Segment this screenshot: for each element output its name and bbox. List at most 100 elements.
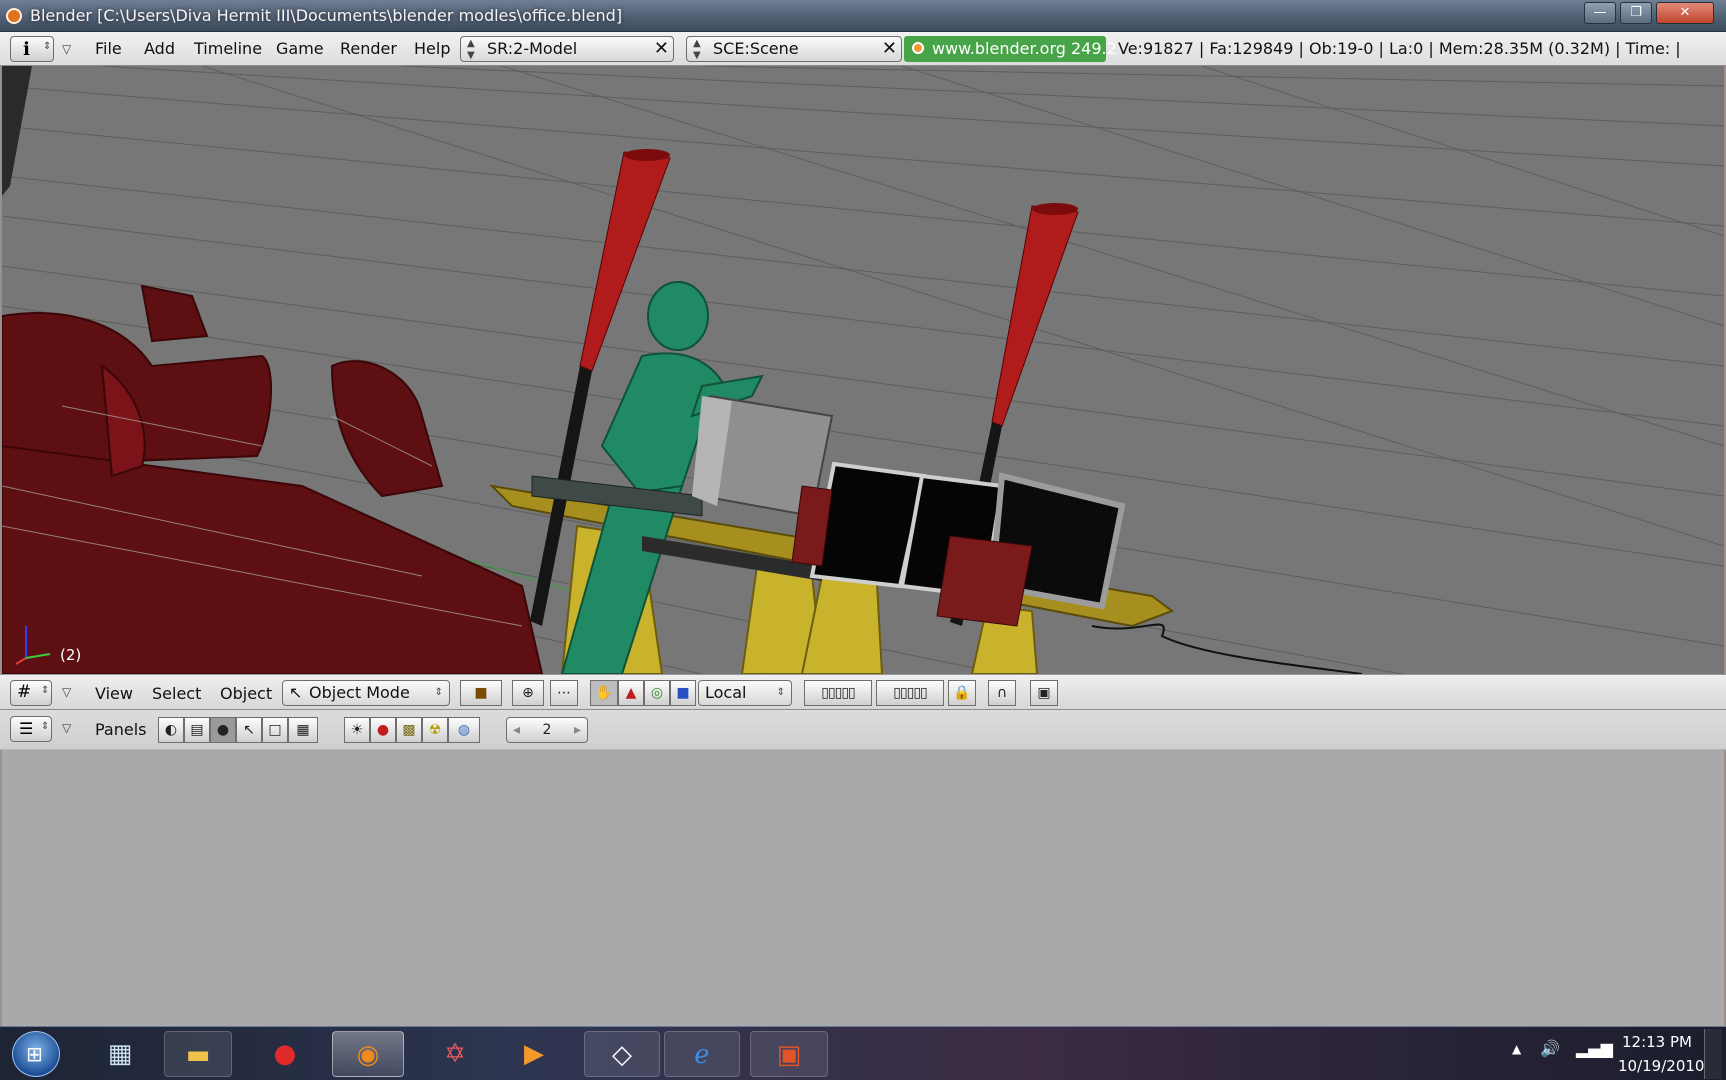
pivot-point-button[interactable]: ⊕ bbox=[512, 680, 544, 706]
minimize-button[interactable]: — bbox=[1584, 2, 1616, 24]
world-globe-icon: ◍ bbox=[457, 722, 471, 738]
shading-context-button[interactable]: ● bbox=[210, 717, 236, 743]
volume-icon[interactable]: 🔊 bbox=[1540, 1039, 1560, 1058]
menu-add[interactable]: Add bbox=[144, 39, 175, 58]
editing-square-icon: □ bbox=[268, 722, 282, 738]
taskbar-blender[interactable]: ◉ bbox=[332, 1031, 404, 1077]
collapse-menu-triangle-icon[interactable]: ▽ bbox=[62, 685, 71, 699]
blue-square-icon: ■ bbox=[676, 685, 690, 701]
hand-tool-button[interactable]: ✋ bbox=[590, 680, 618, 706]
lamp-sun-icon: ☀ bbox=[350, 722, 364, 738]
menu-file[interactable]: File bbox=[95, 39, 122, 58]
3d-viewport[interactable]: (2) bbox=[2, 66, 1724, 674]
view3d-window-type-button[interactable]: # ⇕ bbox=[10, 680, 52, 706]
script-context-button[interactable]: ▤ bbox=[184, 717, 210, 743]
window-title-bar: Blender [C:\Users\Diva Hermit III\Docume… bbox=[0, 0, 1726, 32]
menu-object[interactable]: Object bbox=[220, 684, 272, 703]
draw-type-button[interactable]: ■ bbox=[460, 680, 502, 706]
menu-render[interactable]: Render bbox=[340, 39, 397, 58]
taskbar-unity[interactable]: ◇ bbox=[584, 1031, 660, 1077]
mode-label: Object Mode bbox=[309, 683, 410, 702]
collapse-menu-triangle-icon[interactable]: ▽ bbox=[62, 42, 71, 56]
menu-select[interactable]: Select bbox=[152, 684, 201, 703]
clock-time[interactable]: 12:13 PM bbox=[1622, 1033, 1692, 1051]
collapse-menu-triangle-icon[interactable]: ▽ bbox=[62, 721, 71, 735]
windows-logo-icon: ⊞ bbox=[26, 1042, 43, 1066]
3d-view-header: # ⇕ ▽ View Select Object ↖ Object Mode ⇕… bbox=[0, 674, 1726, 710]
lock-layers-button[interactable]: 🔒 bbox=[948, 680, 976, 706]
rotate-button[interactable]: ◎ bbox=[644, 680, 670, 706]
menu-game[interactable]: Game bbox=[276, 39, 324, 58]
taskbar-powerpoint[interactable]: ▣ bbox=[750, 1031, 828, 1077]
render-preview-button[interactable]: ▣ bbox=[1030, 680, 1058, 706]
buttons-window-icon: ☰ bbox=[19, 719, 34, 738]
logic-context-button[interactable]: ◐ bbox=[158, 717, 184, 743]
green-ring-icon: ◎ bbox=[650, 685, 664, 701]
lamp-buttons[interactable]: ☀ bbox=[344, 717, 370, 743]
info-window-type-button[interactable]: ℹ ⇕ bbox=[10, 36, 54, 62]
object-mode-icon: ↖ bbox=[289, 683, 303, 702]
scene-select-field[interactable]: ▲ ▼ SCE:Scene ✕ bbox=[686, 36, 902, 62]
windows-start-button[interactable]: ⊞ bbox=[12, 1031, 60, 1077]
logic-icon: ◐ bbox=[164, 722, 178, 738]
frame-indicator: (2) bbox=[60, 646, 82, 664]
layers-row-1[interactable]: ▯▯▯▯▯ bbox=[804, 680, 872, 706]
orientation-label: Local bbox=[705, 683, 747, 702]
mode-select[interactable]: ↖ Object Mode ⇕ bbox=[282, 680, 450, 706]
taskbar-bird-app[interactable]: ● bbox=[250, 1031, 320, 1077]
arrow-left-icon[interactable]: ◂ bbox=[513, 718, 520, 742]
taskbar-shape-app[interactable]: ✡ bbox=[420, 1031, 490, 1077]
frame-number-field[interactable]: ◂ 2 ▸ bbox=[506, 717, 588, 743]
texture-icon: ▩ bbox=[402, 722, 416, 738]
info-header: ℹ ⇕ ▽ File Add Timeline Game Render Help… bbox=[0, 32, 1726, 66]
taskbar-internet-explorer[interactable]: ℯ bbox=[664, 1031, 740, 1077]
powerpoint-icon: ▣ bbox=[776, 1040, 802, 1070]
screen-select-field[interactable]: ▲ ▼ SR:2-Model ✕ bbox=[460, 36, 674, 62]
close-button[interactable]: ✕ bbox=[1656, 2, 1714, 24]
material-buttons[interactable]: ● bbox=[370, 717, 396, 743]
updown-arrows-icon: ▲ ▼ bbox=[693, 38, 701, 61]
unity-cube-icon: ◇ bbox=[612, 1040, 632, 1070]
magnet-icon: ∩ bbox=[996, 685, 1008, 701]
cube-shading-icon: ■ bbox=[474, 685, 488, 701]
windows-taskbar: ⊞ ▦ ▬ ● ◉ ✡ ▶ ◇ ℯ ▣ ▲ 🔊 ▂▄▆ bbox=[0, 1026, 1726, 1080]
snap-button[interactable]: ∩ bbox=[988, 680, 1016, 706]
lock-icon: 🔒 bbox=[953, 685, 971, 701]
pivot-crosshair-icon: ⊕ bbox=[522, 685, 534, 701]
taskbar-file-explorer[interactable]: ▬ bbox=[164, 1031, 232, 1077]
scene-context-button[interactable]: ▦ bbox=[288, 717, 318, 743]
menu-view[interactable]: View bbox=[95, 684, 133, 703]
network-signal-icon[interactable]: ▂▄▆ bbox=[1576, 1039, 1613, 1058]
delete-scene-icon[interactable]: ✕ bbox=[882, 37, 897, 61]
translate-button[interactable]: ▲ bbox=[618, 680, 644, 706]
layer-grid-icon: ▯▯▯▯▯ bbox=[893, 685, 928, 701]
layers-row-2[interactable]: ▯▯▯▯▯ bbox=[876, 680, 944, 706]
menu-panels[interactable]: Panels bbox=[95, 720, 147, 739]
menu-help[interactable]: Help bbox=[414, 39, 450, 58]
internet-explorer-icon: ℯ bbox=[694, 1040, 710, 1070]
window-title: Blender [C:\Users\Diva Hermit III\Docume… bbox=[30, 6, 623, 25]
menu-timeline[interactable]: Timeline bbox=[194, 39, 262, 58]
taskbar-media-app[interactable]: ▶ bbox=[498, 1031, 570, 1077]
object-context-button[interactable]: ↖ bbox=[236, 717, 262, 743]
texture-buttons[interactable]: ▩ bbox=[396, 717, 422, 743]
red-star-shape-icon: ✡ bbox=[444, 1039, 466, 1069]
world-buttons[interactable]: ◍ bbox=[448, 717, 480, 743]
arrow-right-icon[interactable]: ▸ bbox=[574, 718, 581, 742]
maximize-button[interactable]: ❐ bbox=[1620, 2, 1652, 24]
orientation-select[interactable]: Local ⇕ bbox=[698, 680, 792, 706]
scale-button[interactable]: ■ bbox=[670, 680, 696, 706]
manipulator-toggle-button[interactable]: ⋯ bbox=[550, 680, 578, 706]
clock-date[interactable]: 10/19/2010 bbox=[1618, 1057, 1704, 1075]
updown-arrows-icon: ⇕ bbox=[434, 687, 443, 698]
buttons-window-type-button[interactable]: ☰ ⇕ bbox=[10, 716, 52, 742]
show-hidden-icons-icon[interactable]: ▲ bbox=[1512, 1042, 1521, 1056]
blender-icon: ◉ bbox=[356, 1040, 380, 1070]
show-desktop-button[interactable] bbox=[1704, 1029, 1722, 1079]
delete-screen-icon[interactable]: ✕ bbox=[654, 37, 669, 61]
radiosity-buttons[interactable]: ☢ bbox=[422, 717, 448, 743]
buttons-window-area[interactable] bbox=[2, 750, 1724, 1026]
info-icon: ℹ bbox=[23, 39, 30, 60]
editing-context-button[interactable]: □ bbox=[262, 717, 288, 743]
taskbar-calculator[interactable]: ▦ bbox=[86, 1031, 154, 1077]
